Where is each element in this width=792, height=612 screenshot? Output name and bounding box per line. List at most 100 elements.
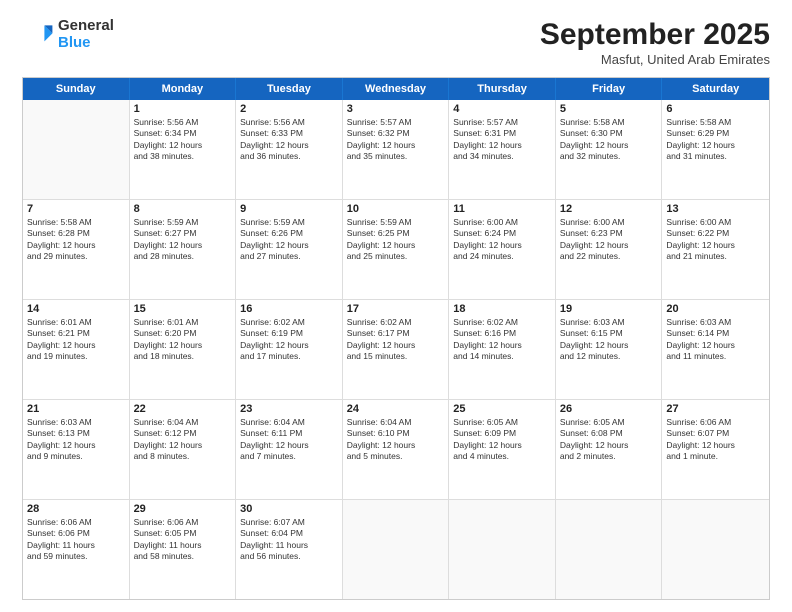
cell-info-line: Sunrise: 6:00 AM — [453, 217, 551, 228]
day-cell-28: 28Sunrise: 6:06 AMSunset: 6:06 PMDayligh… — [23, 500, 130, 599]
calendar-body: 1Sunrise: 5:56 AMSunset: 6:34 PMDaylight… — [23, 100, 769, 599]
cell-info-line: Daylight: 12 hours — [560, 440, 658, 451]
cell-info-line: and 11 minutes. — [666, 351, 765, 362]
day-number: 11 — [453, 203, 551, 215]
empty-cell — [449, 500, 556, 599]
cell-info-line: Sunrise: 6:06 AM — [27, 517, 125, 528]
day-cell-17: 17Sunrise: 6:02 AMSunset: 6:17 PMDayligh… — [343, 300, 450, 399]
day-cell-6: 6Sunrise: 5:58 AMSunset: 6:29 PMDaylight… — [662, 100, 769, 199]
calendar-row-0: 1Sunrise: 5:56 AMSunset: 6:34 PMDaylight… — [23, 100, 769, 200]
day-cell-2: 2Sunrise: 5:56 AMSunset: 6:33 PMDaylight… — [236, 100, 343, 199]
cell-info-line: Daylight: 12 hours — [347, 240, 445, 251]
cell-info-line: and 36 minutes. — [240, 151, 338, 162]
cell-info-line: Daylight: 12 hours — [134, 140, 232, 151]
cell-info-line: and 12 minutes. — [560, 351, 658, 362]
day-cell-30: 30Sunrise: 6:07 AMSunset: 6:04 PMDayligh… — [236, 500, 343, 599]
cell-info-line: Sunrise: 6:05 AM — [560, 417, 658, 428]
cell-info-line: Daylight: 12 hours — [240, 140, 338, 151]
cell-info-line: and 9 minutes. — [27, 451, 125, 462]
cell-info-line: Sunset: 6:22 PM — [666, 228, 765, 239]
day-number: 15 — [134, 303, 232, 315]
day-cell-26: 26Sunrise: 6:05 AMSunset: 6:08 PMDayligh… — [556, 400, 663, 499]
cell-info-line: Sunrise: 6:03 AM — [27, 417, 125, 428]
cell-info-line: Daylight: 12 hours — [27, 340, 125, 351]
logo-general-text: General — [58, 18, 114, 35]
day-cell-27: 27Sunrise: 6:06 AMSunset: 6:07 PMDayligh… — [662, 400, 769, 499]
cell-info-line: Sunset: 6:25 PM — [347, 228, 445, 239]
day-number: 21 — [27, 403, 125, 415]
header-cell-wednesday: Wednesday — [343, 78, 450, 100]
cell-info-line: Sunrise: 6:04 AM — [347, 417, 445, 428]
cell-info-line: Sunrise: 6:02 AM — [347, 317, 445, 328]
day-number: 27 — [666, 403, 765, 415]
page-header: General Blue September 2025 Masfut, Unit… — [22, 18, 770, 67]
day-number: 13 — [666, 203, 765, 215]
cell-info-line: and 17 minutes. — [240, 351, 338, 362]
cell-info-line: and 59 minutes. — [27, 551, 125, 562]
cell-info-line: Sunset: 6:30 PM — [560, 128, 658, 139]
day-cell-21: 21 Sunrise: 6:03 AMSunset: 6:13 PMDayligh… — [23, 400, 130, 499]
cell-info-line: Sunset: 6:15 PM — [560, 328, 658, 339]
cell-info-line: Sunset: 6:04 PM — [240, 528, 338, 539]
cell-info-line: Daylight: 11 hours — [240, 540, 338, 551]
day-cell-20: 20Sunrise: 6:03 AMSunset: 6:14 PMDayligh… — [662, 300, 769, 399]
day-number: 18 — [453, 303, 551, 315]
cell-info-line: Sunset: 6:29 PM — [666, 128, 765, 139]
cell-info-line: Sunset: 6:33 PM — [240, 128, 338, 139]
calendar: SundayMondayTuesdayWednesdayThursdayFrid… — [22, 77, 770, 600]
cell-info-line: Daylight: 12 hours — [666, 440, 765, 451]
day-number: 20 — [666, 303, 765, 315]
cell-info-line: and 28 minutes. — [134, 251, 232, 262]
day-number: 9 — [240, 203, 338, 215]
day-cell-3: 3Sunrise: 5:57 AMSunset: 6:32 PMDaylight… — [343, 100, 450, 199]
day-cell-15: 15Sunrise: 6:01 AMSunset: 6:20 PMDayligh… — [130, 300, 237, 399]
empty-cell — [662, 500, 769, 599]
cell-info-line: Sunset: 6:11 PM — [240, 428, 338, 439]
cell-info-line: Sunset: 6:24 PM — [453, 228, 551, 239]
cell-info-line: Sunset: 6:20 PM — [134, 328, 232, 339]
cell-info-line: Sunrise: 6:06 AM — [134, 517, 232, 528]
day-number: 29 — [134, 503, 232, 515]
cell-info-line: Sunset: 6:10 PM — [347, 428, 445, 439]
day-number: 25 — [453, 403, 551, 415]
logo-blue-text: Blue — [58, 35, 114, 52]
cell-info-line: Sunset: 6:12 PM — [134, 428, 232, 439]
cell-info-line: Daylight: 12 hours — [560, 340, 658, 351]
cell-info-line: Daylight: 12 hours — [347, 340, 445, 351]
cell-info-line: and 34 minutes. — [453, 151, 551, 162]
calendar-row-2: 14Sunrise: 6:01 AMSunset: 6:21 PMDayligh… — [23, 300, 769, 400]
day-cell-22: 22 Sunrise: 6:04 AMSunset: 6:12 PMDayligh… — [130, 400, 237, 499]
cell-info-line: Daylight: 12 hours — [134, 340, 232, 351]
day-number: 28 — [27, 503, 125, 515]
cell-info-line: Daylight: 12 hours — [134, 440, 232, 451]
cell-info-line: Daylight: 11 hours — [134, 540, 232, 551]
cell-info-line: Daylight: 12 hours — [560, 140, 658, 151]
cell-info-line: Sunrise: 5:57 AM — [453, 117, 551, 128]
cell-info-line: Sunrise: 5:58 AM — [560, 117, 658, 128]
cell-info-line: Sunrise: 6:02 AM — [240, 317, 338, 328]
day-cell-16: 16Sunrise: 6:02 AMSunset: 6:19 PMDayligh… — [236, 300, 343, 399]
cell-info-line: and 5 minutes. — [347, 451, 445, 462]
cell-info-line: Sunrise: 5:57 AM — [347, 117, 445, 128]
cell-info-line: Sunrise: 6:04 AM — [134, 417, 232, 428]
cell-info-line: and 31 minutes. — [666, 151, 765, 162]
cell-info-line: Daylight: 12 hours — [27, 440, 125, 451]
day-number: 14 — [27, 303, 125, 315]
header-cell-sunday: Sunday — [23, 78, 130, 100]
day-cell-29: 29Sunrise: 6:06 AMSunset: 6:05 PMDayligh… — [130, 500, 237, 599]
day-number: 12 — [560, 203, 658, 215]
cell-info-line: Sunset: 6:13 PM — [27, 428, 125, 439]
cell-info-line: and 1 minute. — [666, 451, 765, 462]
day-number: 7 — [27, 203, 125, 215]
day-number: 22 — [134, 403, 232, 415]
cell-info-line: and 58 minutes. — [134, 551, 232, 562]
calendar-title: September 2025 — [540, 18, 770, 52]
cell-info-line: and 25 minutes. — [347, 251, 445, 262]
cell-info-line: Sunset: 6:23 PM — [560, 228, 658, 239]
cell-info-line: Sunrise: 5:56 AM — [134, 117, 232, 128]
day-number: 3 — [347, 103, 445, 115]
empty-cell — [23, 100, 130, 199]
cell-info-line: Sunrise: 5:56 AM — [240, 117, 338, 128]
day-cell-9: 9Sunrise: 5:59 AMSunset: 6:26 PMDaylight… — [236, 200, 343, 299]
cell-info-line: Daylight: 12 hours — [453, 440, 551, 451]
